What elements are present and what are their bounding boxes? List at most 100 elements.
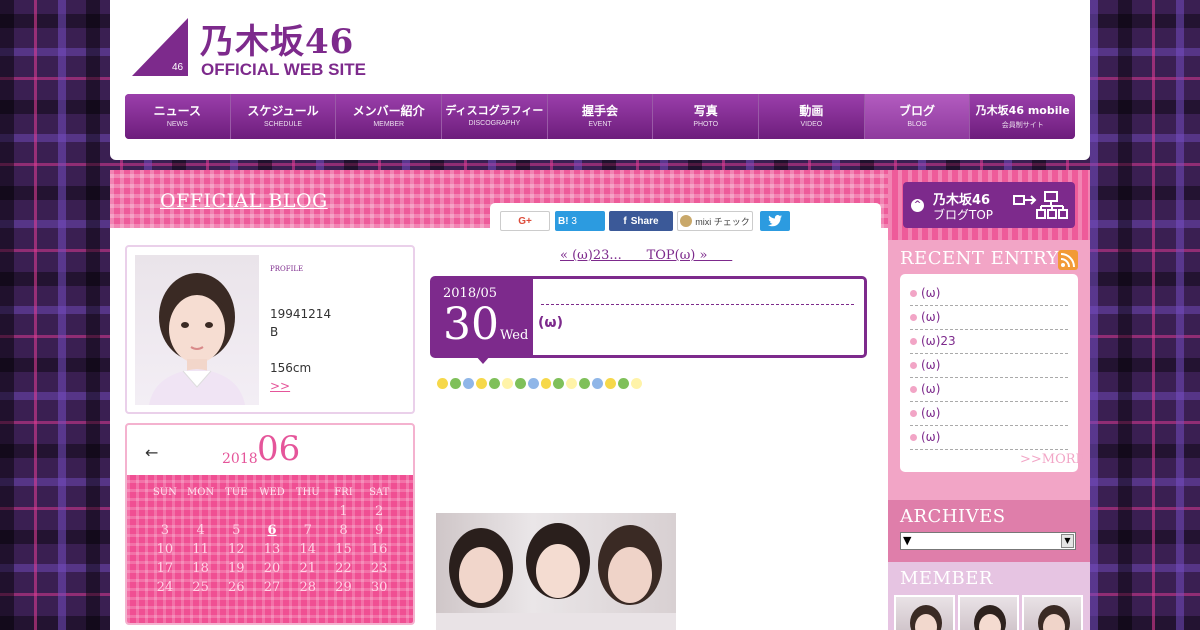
archives-select[interactable]: ▼ ▼ <box>900 532 1076 550</box>
calendar-weekday-row: SUN MON TUE WED THU FRI SAT <box>127 483 413 502</box>
calendar-day: 8 <box>339 523 348 538</box>
recent-more-link[interactable]: >>MORE <box>1020 452 1085 467</box>
calendar-day: 27 <box>263 580 281 595</box>
member-section: MEMBER <box>888 562 1090 630</box>
calendar-week: 10 11 12 13 14 15 16 <box>127 540 413 559</box>
nav-label: スケジュール <box>247 104 319 118</box>
bullet-icon <box>910 362 917 369</box>
nav-label: 写真 <box>693 104 718 118</box>
weekday-label: SAT <box>369 487 390 498</box>
recent-entry-item[interactable]: (ω) <box>910 426 1068 450</box>
calendar-day: 22 <box>335 561 352 576</box>
member-thumbnails <box>894 595 1083 630</box>
nav-schedule[interactable]: スケジュール SCHEDULE <box>230 94 337 139</box>
member-thumbnail[interactable] <box>1022 595 1083 630</box>
recent-entry-label: (ω) <box>921 406 941 420</box>
nav-blog[interactable]: ブログ BLOG <box>864 94 971 139</box>
gplus-button[interactable]: G+ <box>500 211 550 231</box>
recent-entry-item[interactable]: (ω) <box>910 378 1068 402</box>
entry-weekday: Wed <box>500 328 529 343</box>
nav-video[interactable]: 動画 VIDEO <box>759 94 865 139</box>
nav-event[interactable]: 握手会 EVENT <box>547 94 654 139</box>
profile-more-link[interactable]: >> <box>270 379 290 393</box>
calendar-day: 13 <box>263 542 281 557</box>
nav-discography[interactable]: ディスコグラフィー DISCOGRAPHY <box>442 94 548 139</box>
calendar-day: 16 <box>370 542 388 557</box>
logo-badge: 46 <box>172 62 184 73</box>
mixi-icon <box>680 215 693 227</box>
flower-icon <box>631 377 642 389</box>
recent-entry-item[interactable]: (ω) <box>910 306 1068 330</box>
recent-entry-label: (ω) <box>921 286 941 300</box>
recent-entry-item[interactable]: (ω) <box>910 282 1068 306</box>
profile-height: 156cm <box>270 361 312 375</box>
nav-label: ディスコグラフィー <box>445 104 544 117</box>
calendar-day: 24 <box>156 580 174 595</box>
nav-sublabel: BLOG <box>907 121 927 128</box>
profile-label: PROFILE <box>270 265 304 273</box>
member-thumbnail[interactable] <box>958 595 1019 630</box>
calendar-day: 1 <box>339 504 348 519</box>
blog-title[interactable]: OFFICIAL BLOG <box>160 190 328 212</box>
rss-icon[interactable] <box>1058 250 1078 270</box>
archives-title: ARCHIVES <box>900 506 1006 527</box>
flower-icon <box>437 377 448 389</box>
nav-sublabel: SCHEDULE <box>263 121 303 128</box>
flower-icon <box>501 377 513 389</box>
calendar-day: 21 <box>299 561 316 576</box>
member-title: MEMBER <box>900 568 993 589</box>
blog-header: OFFICIAL BLOG G+ B! 3 f Share mixi チェック <box>110 170 888 233</box>
calendar-prev-arrow-icon[interactable]: ← <box>145 443 158 462</box>
calendar-day: 14 <box>299 542 316 557</box>
chevron-up-icon: ^ <box>911 199 924 212</box>
entry-pager[interactable]: « (ω)23... TOP(ω) » <box>560 248 732 263</box>
weekday-label: WED <box>259 487 285 498</box>
nav-label: 動画 <box>799 104 824 118</box>
bullet-icon <box>910 410 917 417</box>
nav-mobile[interactable]: 乃木坂46 mobile 会員制サイト <box>970 94 1075 139</box>
calendar-week: 3 4 567 8 9 <box>127 521 413 540</box>
nav-label: ブログ <box>899 104 936 118</box>
nav-sublabel: PHOTO <box>693 121 719 128</box>
blog-top-line2: ブログTOP <box>933 208 994 222</box>
site-logo[interactable]: 46 乃木坂46 OFFICIAL WEB SITE <box>132 18 402 82</box>
twitter-button[interactable] <box>760 211 790 231</box>
hatena-button[interactable]: B! 3 <box>555 211 605 231</box>
archives-section: ARCHIVES ▼ ▼ <box>888 500 1090 562</box>
member-thumbnail[interactable] <box>894 595 955 630</box>
flower-icon <box>579 377 591 389</box>
facebook-share-button[interactable]: f Share <box>609 211 673 231</box>
blog-top-button[interactable]: ^ 乃木坂46 ブログTOP <box>903 182 1075 228</box>
recent-entry-item[interactable]: (ω)23 <box>910 330 1068 354</box>
hatena-count: 3 <box>571 215 577 227</box>
recent-entry-item[interactable]: (ω) <box>910 402 1068 426</box>
nav-photo[interactable]: 写真 PHOTO <box>653 94 760 139</box>
nav-sublabel: DISCOGRAPHY <box>468 120 521 127</box>
calendar-day: 9 <box>375 523 384 538</box>
twitter-bird-icon <box>768 215 782 227</box>
calendar-year: 2018 <box>222 451 258 467</box>
recent-entry-label: (ω) <box>921 430 941 444</box>
nav-sublabel: NEWS <box>166 121 188 128</box>
nav-member[interactable]: メンバー紹介 MEMBER <box>336 94 443 139</box>
calendar-day: 17 <box>156 561 174 576</box>
calendar-day-link[interactable]: 6 <box>254 523 290 538</box>
bullet-icon <box>910 314 917 321</box>
calendar-day: 3 <box>160 523 169 538</box>
weekday-label: SUN <box>152 487 177 498</box>
facebook-icon: f <box>623 215 627 227</box>
mixi-label: mixi チェック <box>695 216 750 227</box>
nav-sublabel: EVENT <box>588 121 612 128</box>
flower-icon <box>618 377 630 389</box>
flower-icon <box>514 377 526 389</box>
facebook-label: Share <box>630 215 659 227</box>
nav-news[interactable]: ニュース NEWS <box>125 94 231 139</box>
recent-entry-item[interactable]: (ω) <box>910 354 1068 378</box>
mixi-check-button[interactable]: mixi チェック <box>677 211 753 231</box>
entry-photo[interactable] <box>436 513 676 630</box>
calendar-day: 2 <box>375 504 384 519</box>
dropdown-arrow-icon: ▼ <box>1061 534 1074 548</box>
calendar-day: 11 <box>192 542 209 557</box>
entry-title[interactable]: (ω) <box>538 315 563 331</box>
flower-icon <box>488 377 500 389</box>
